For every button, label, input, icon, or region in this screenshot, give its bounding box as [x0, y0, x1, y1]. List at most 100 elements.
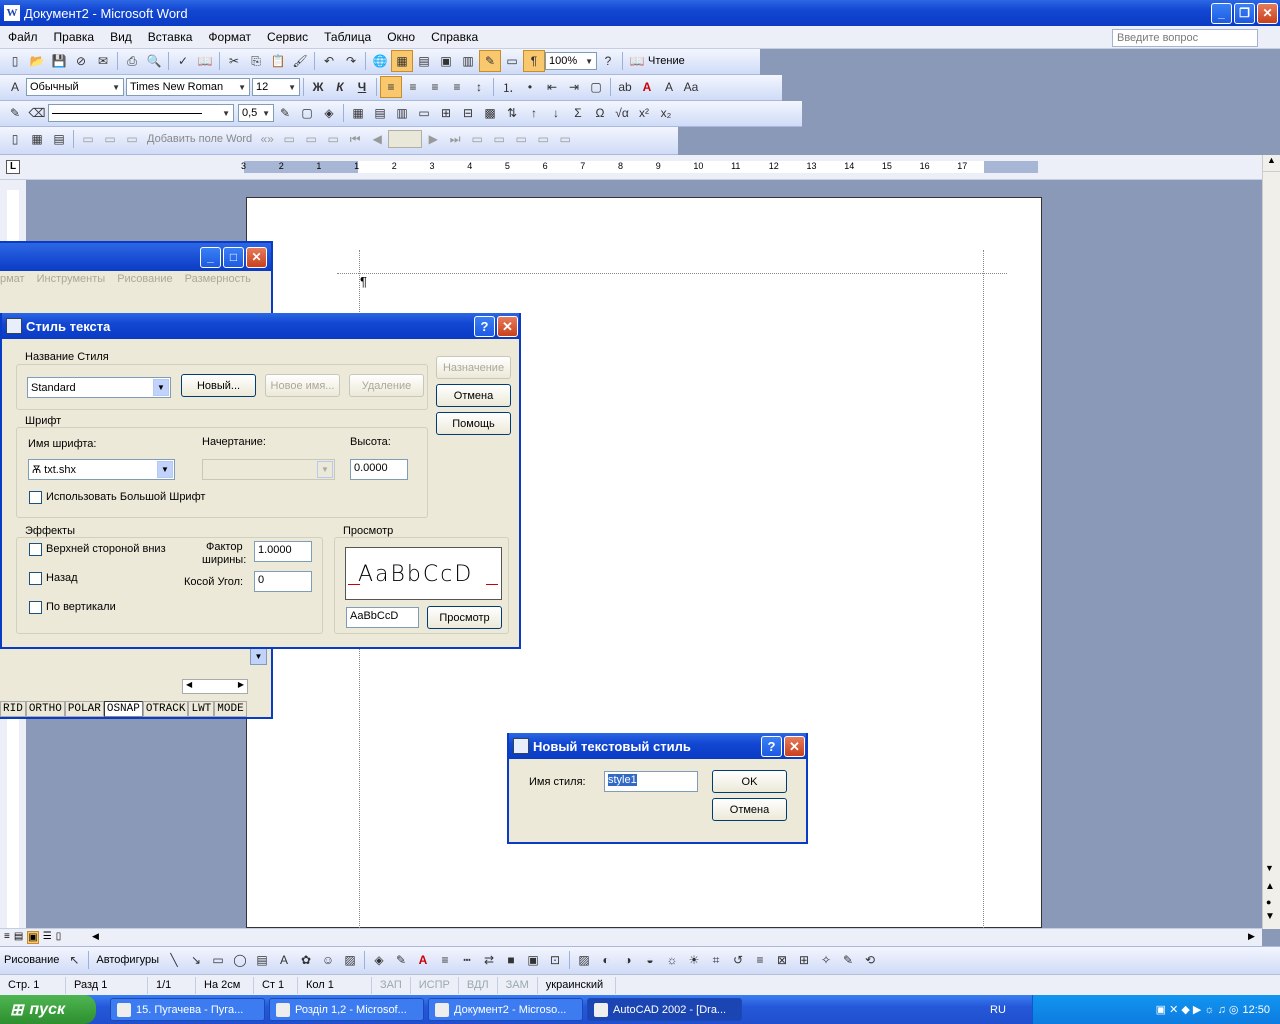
tray-icons[interactable]: ▣ ✕ ◆ ▶ ☼ ♫ ◎	[1156, 1003, 1239, 1016]
horizontal-scrollbar[interactable]: ≡ ▤ ▣ ☰ ▯ ◀ ▶	[0, 928, 1262, 946]
arrow-icon[interactable]: ↘	[185, 949, 207, 971]
height-input[interactable]: 0.0000	[350, 459, 408, 480]
ask-question-input[interactable]: Введите вопрос	[1112, 29, 1258, 47]
sort-desc-icon[interactable]: ↓	[545, 102, 567, 124]
status-ovr[interactable]: ЗАМ	[498, 976, 538, 994]
highlight-fields-icon[interactable]: ▭	[278, 128, 300, 150]
font-color-icon[interactable]: A	[636, 76, 658, 98]
new-style-cancel-button[interactable]: Отмена	[712, 798, 787, 821]
image-control-icon[interactable]: ◐	[595, 949, 617, 971]
cut-icon[interactable]: ✂	[223, 50, 245, 72]
distribute-rows-icon[interactable]: ⊞	[435, 102, 457, 124]
font-size-select[interactable]: 12 ▼	[252, 78, 300, 96]
omega-icon[interactable]: Ω	[589, 102, 611, 124]
insert-excel-icon[interactable]: ▣	[435, 50, 457, 72]
subscript-icon[interactable]: x₂	[655, 102, 677, 124]
spelling-icon[interactable]: ✓	[172, 50, 194, 72]
menu-table[interactable]: Таблица	[316, 30, 379, 44]
email-icon[interactable]: ✉	[92, 50, 114, 72]
font-select[interactable]: Times New Roman ▼	[126, 78, 250, 96]
wordart-icon[interactable]: A	[273, 949, 295, 971]
print-preview-icon[interactable]: 🔍	[143, 50, 165, 72]
acad-menu-dimension[interactable]: Размерность	[185, 273, 251, 285]
preview-text-input[interactable]: AaBbCcD	[346, 607, 419, 628]
equation-icon[interactable]: √α	[611, 102, 633, 124]
task-item-2[interactable]: Розділ 1,2 - Microsof...	[269, 998, 424, 1021]
language-indicator[interactable]: RU	[990, 1004, 1006, 1016]
web-view-icon[interactable]: ▤	[14, 931, 23, 944]
permission-icon[interactable]: ⊘	[70, 50, 92, 72]
bigfont-checkbox[interactable]	[29, 491, 42, 504]
match-fields-icon[interactable]: ▭	[300, 128, 322, 150]
line-style-icon[interactable]: ≡	[434, 949, 456, 971]
status-grid[interactable]: RID	[0, 701, 26, 717]
3d-icon[interactable]: ▣	[522, 949, 544, 971]
acad-menu-tools[interactable]: Инструменты	[37, 273, 106, 285]
styles-icon[interactable]: A	[4, 76, 26, 98]
text-wrap-icon[interactable]: ⊞	[793, 949, 815, 971]
insert-table-icon-2[interactable]: ▦	[347, 102, 369, 124]
check-errors-icon[interactable]: ▭	[488, 128, 510, 150]
scroll-left-icon[interactable]: ◀	[92, 931, 99, 942]
open-source-icon[interactable]: ▦	[26, 128, 48, 150]
undo-icon[interactable]: ↶	[318, 50, 340, 72]
reading-button[interactable]: Чтение	[648, 55, 685, 67]
scroll-down-icon[interactable]: ▼	[1265, 863, 1274, 873]
select-objects-icon[interactable]: ↖	[63, 949, 85, 971]
backwards-checkbox[interactable]	[29, 572, 42, 585]
menu-insert[interactable]: Вставка	[140, 30, 201, 44]
superscript-icon[interactable]: x²	[633, 102, 655, 124]
menu-format[interactable]: Формат	[200, 30, 259, 44]
status-polar[interactable]: POLAR	[64, 701, 104, 717]
address-block-icon[interactable]: ▭	[77, 128, 99, 150]
italic-button[interactable]: К	[329, 76, 351, 98]
border-icon[interactable]: ▢	[585, 76, 607, 98]
first-record-icon[interactable]: ⏮	[344, 128, 366, 150]
line-weight-select[interactable]: 0,5 ▼	[238, 104, 274, 122]
decrease-indent-icon[interactable]: ⇤	[541, 76, 563, 98]
menu-edit[interactable]: Правка	[46, 30, 103, 44]
show-hide-icon[interactable]: ¶	[523, 50, 545, 72]
arrow-style-icon[interactable]: ⇄	[478, 949, 500, 971]
merge-email-icon[interactable]: ▭	[554, 128, 576, 150]
status-ortho[interactable]: ORTHO	[25, 701, 65, 717]
border-color-icon[interactable]: ✎	[274, 102, 296, 124]
autosum-icon[interactable]: Σ	[567, 102, 589, 124]
autoshapes-button[interactable]: Автофигуры	[96, 954, 159, 966]
rotate-icon[interactable]: ↺	[727, 949, 749, 971]
rectangle-icon[interactable]: ▭	[207, 949, 229, 971]
main-document-icon[interactable]: ▯	[4, 128, 26, 150]
new-style-help-button[interactable]: ?	[761, 736, 782, 757]
menu-tools[interactable]: Сервис	[259, 30, 316, 44]
open-icon[interactable]: 📂	[26, 50, 48, 72]
help-icon[interactable]: ?	[597, 50, 619, 72]
text-direction-icon[interactable]: ⇅	[501, 102, 523, 124]
acad-maximize-button[interactable]: □	[223, 247, 244, 268]
outside-border-icon[interactable]: ▢	[296, 102, 318, 124]
restore-button[interactable]: ❐	[1234, 3, 1255, 24]
hyperlink-icon[interactable]: 🌐	[369, 50, 391, 72]
sort-asc-icon[interactable]: ↑	[523, 102, 545, 124]
numbering-icon[interactable]: ⒈	[497, 76, 519, 98]
split-cells-icon[interactable]: ▥	[391, 102, 413, 124]
document-map-icon[interactable]: ▭	[501, 50, 523, 72]
justify-icon[interactable]: ≡	[446, 76, 468, 98]
width-factor-input[interactable]: 1.0000	[254, 541, 312, 562]
status-rec[interactable]: ЗАП	[372, 976, 411, 994]
picture-insert-icon[interactable]: ▨	[573, 949, 595, 971]
acad-menu-format[interactable]: рмат	[0, 273, 25, 285]
highlight-icon[interactable]: ab	[614, 76, 636, 98]
style-name-input[interactable]: style1	[604, 771, 698, 792]
task-item-4[interactable]: AutoCAD 2002 - [Dra...	[587, 998, 742, 1021]
find-entry-icon[interactable]: ▭	[466, 128, 488, 150]
reading-icon[interactable]: 📖	[626, 50, 648, 72]
rename-style-button[interactable]: Новое имя...	[265, 374, 340, 397]
line-color-icon[interactable]: ✎	[390, 949, 412, 971]
reading-view-icon[interactable]: ▯	[56, 931, 62, 944]
browse-object-icon[interactable]: ●	[1266, 897, 1271, 907]
merge-fields-icon[interactable]: ▭	[121, 128, 143, 150]
status-model[interactable]: MODE	[214, 701, 247, 717]
transparent-icon[interactable]: ✎	[837, 949, 859, 971]
zoom-select[interactable]: 100% ▼	[545, 52, 597, 70]
draw-table-icon[interactable]: ✎	[4, 102, 26, 124]
